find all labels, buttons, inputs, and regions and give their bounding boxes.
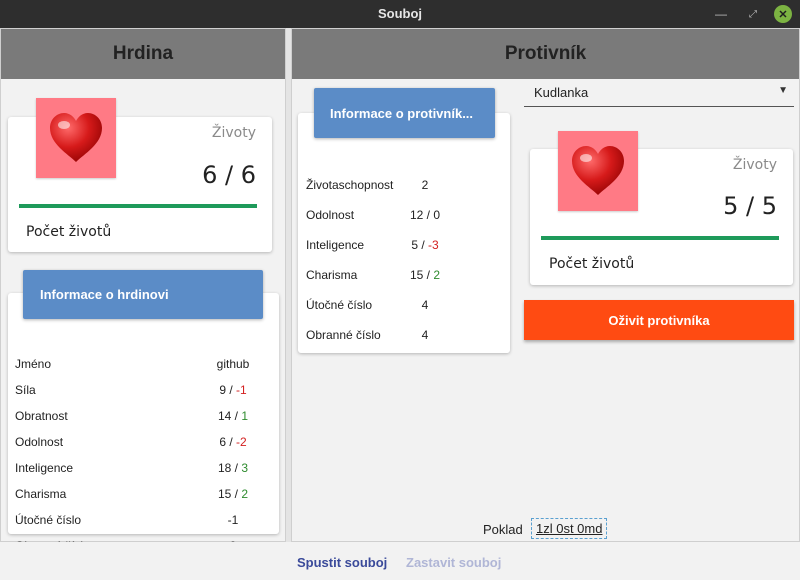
maximize-icon[interactable]: ⤢ <box>744 5 762 23</box>
enemy-stat-base: 5 / <box>411 238 428 252</box>
minimize-icon[interactable]: — <box>712 5 730 23</box>
enemy-stat-value: 4 <box>390 298 460 312</box>
enemy-header: Protivník <box>292 29 799 79</box>
enemy-hp-caption: Počet životů <box>549 256 635 272</box>
enemy-stat-base: 12 / 0 <box>409 208 441 222</box>
hero-stat-modifier: -2 <box>236 435 247 449</box>
hero-info-title: Informace o hrdinovi <box>40 287 169 302</box>
hero-info-card: Jméno github Síla 9 / -1 Obratnost 14 / 1 Odol… <box>8 293 279 553</box>
hero-stat-value: 9 / -1 <box>188 383 278 397</box>
enemy-info-title: Informace o protivník... <box>330 105 474 121</box>
enemy-hp-bar <box>541 236 779 240</box>
hero-stat-base: 14 / <box>217 409 242 423</box>
window-titlebar: Souboj — ⤢ ✕ <box>0 0 800 28</box>
hero-stat-base: 6 / <box>219 435 236 449</box>
hero-stat-label: Obratnost <box>15 409 68 423</box>
loot-value[interactable]: 1zl 0st 0md <box>531 518 608 539</box>
hero-stat-label: Jméno <box>15 357 52 371</box>
enemy-stat-modifier: 2 <box>433 268 441 282</box>
hero-stat-base: 15 / <box>217 487 242 501</box>
enemy-header-title: Protivník <box>504 43 587 64</box>
hero-header: Hrdina <box>1 29 285 79</box>
hero-stat-label: Útočné číslo <box>15 513 82 527</box>
enemy-lives-value: 5 / 5 <box>723 192 777 220</box>
hero-stat-base: 18 / <box>217 461 242 475</box>
hero-stat-base: -1 <box>227 513 239 527</box>
enemy-stat-label: Životaschopnost <box>306 178 394 192</box>
hero-stat-modifier: 2 <box>241 487 249 501</box>
enemy-stat-value: 15 / 2 <box>390 268 460 282</box>
loot-label: Poklad <box>483 522 523 537</box>
enemy-heart-image <box>558 131 638 211</box>
enemy-stat-modifier: -3 <box>428 238 439 252</box>
heart-icon <box>50 113 102 162</box>
hero-stat-value: 15 / 2 <box>188 487 278 501</box>
enemy-select-value: Kudlanka <box>534 85 589 100</box>
chevron-down-icon: ▼ <box>778 85 788 96</box>
enemy-stat-value: 12 / 0 <box>390 208 460 222</box>
hero-lives-value: 6 / 6 <box>202 161 256 189</box>
hero-info-header: Informace o hrdinovi <box>23 270 263 319</box>
hero-stat-base: 9 / <box>219 383 236 397</box>
enemy-stat-label: Odolnost <box>306 208 355 222</box>
stop-fight-button[interactable]: Zastavit souboj <box>406 555 501 570</box>
hero-stat-value: -1 <box>188 513 278 527</box>
enemy-stat-label: Obranné číslo <box>306 328 381 342</box>
heart-icon <box>572 146 624 195</box>
hero-stat-label: Síla <box>15 383 36 397</box>
enemy-lives-label: Životy <box>732 157 777 173</box>
enemy-stat-value: 4 <box>390 328 460 342</box>
window-title: Souboj <box>377 6 423 21</box>
close-icon[interactable]: ✕ <box>774 5 792 23</box>
hero-stat-value: 6 / -2 <box>188 435 278 449</box>
hero-stat-modifier: 1 <box>241 409 249 423</box>
enemy-stat-base: 15 / <box>409 268 434 282</box>
enemy-stat-label: Charisma <box>306 268 358 282</box>
hero-stat-value: github <box>188 357 278 371</box>
enemy-stat-value: 5 / -3 <box>390 238 460 252</box>
hero-stat-value: 14 / 1 <box>188 409 278 423</box>
enemy-stat-base: 2 <box>421 178 429 192</box>
enemy-select[interactable]: Kudlanka ▼ <box>524 79 794 107</box>
hero-stat-modifier: 3 <box>241 461 249 475</box>
enemy-panel: Protivník Životaschopnost 2 Odolnost 12 / 0… <box>291 28 800 542</box>
enemy-info-card: Životaschopnost 2 Odolnost 12 / 0 Inteligenc… <box>298 113 510 353</box>
hero-hp-bar <box>19 204 257 208</box>
start-fight-button[interactable]: Spustit souboj <box>297 555 387 570</box>
hero-stat-base: github <box>216 357 250 371</box>
hero-lives-label: Životy <box>211 125 256 141</box>
footer-bar: Spustit souboj Zastavit souboj <box>0 542 800 580</box>
hero-stat-modifier: -1 <box>236 383 247 397</box>
enemy-stat-base: 4 <box>421 298 429 312</box>
enemy-stat-value: 2 <box>390 178 460 192</box>
revive-enemy-button[interactable]: Oživit protivníka <box>524 300 794 340</box>
hero-stat-label: Odolnost <box>15 435 64 449</box>
hero-stat-label: Charisma <box>15 487 67 501</box>
hero-stat-label: Inteligence <box>15 461 74 475</box>
enemy-stat-label: Útočné číslo <box>306 298 373 312</box>
hero-header-title: Hrdina <box>112 43 174 64</box>
enemy-info-header: Informace o protivník... <box>314 88 495 138</box>
hero-hp-caption: Počet životů <box>26 224 112 240</box>
enemy-stat-label: Inteligence <box>306 238 365 252</box>
enemy-stat-base: 4 <box>421 328 429 342</box>
hero-panel: Hrdina Životy 6 / 6 Počet životů Jméno gi… <box>0 28 286 553</box>
hero-stat-value: 18 / 3 <box>188 461 278 475</box>
hero-heart-image <box>36 98 116 178</box>
